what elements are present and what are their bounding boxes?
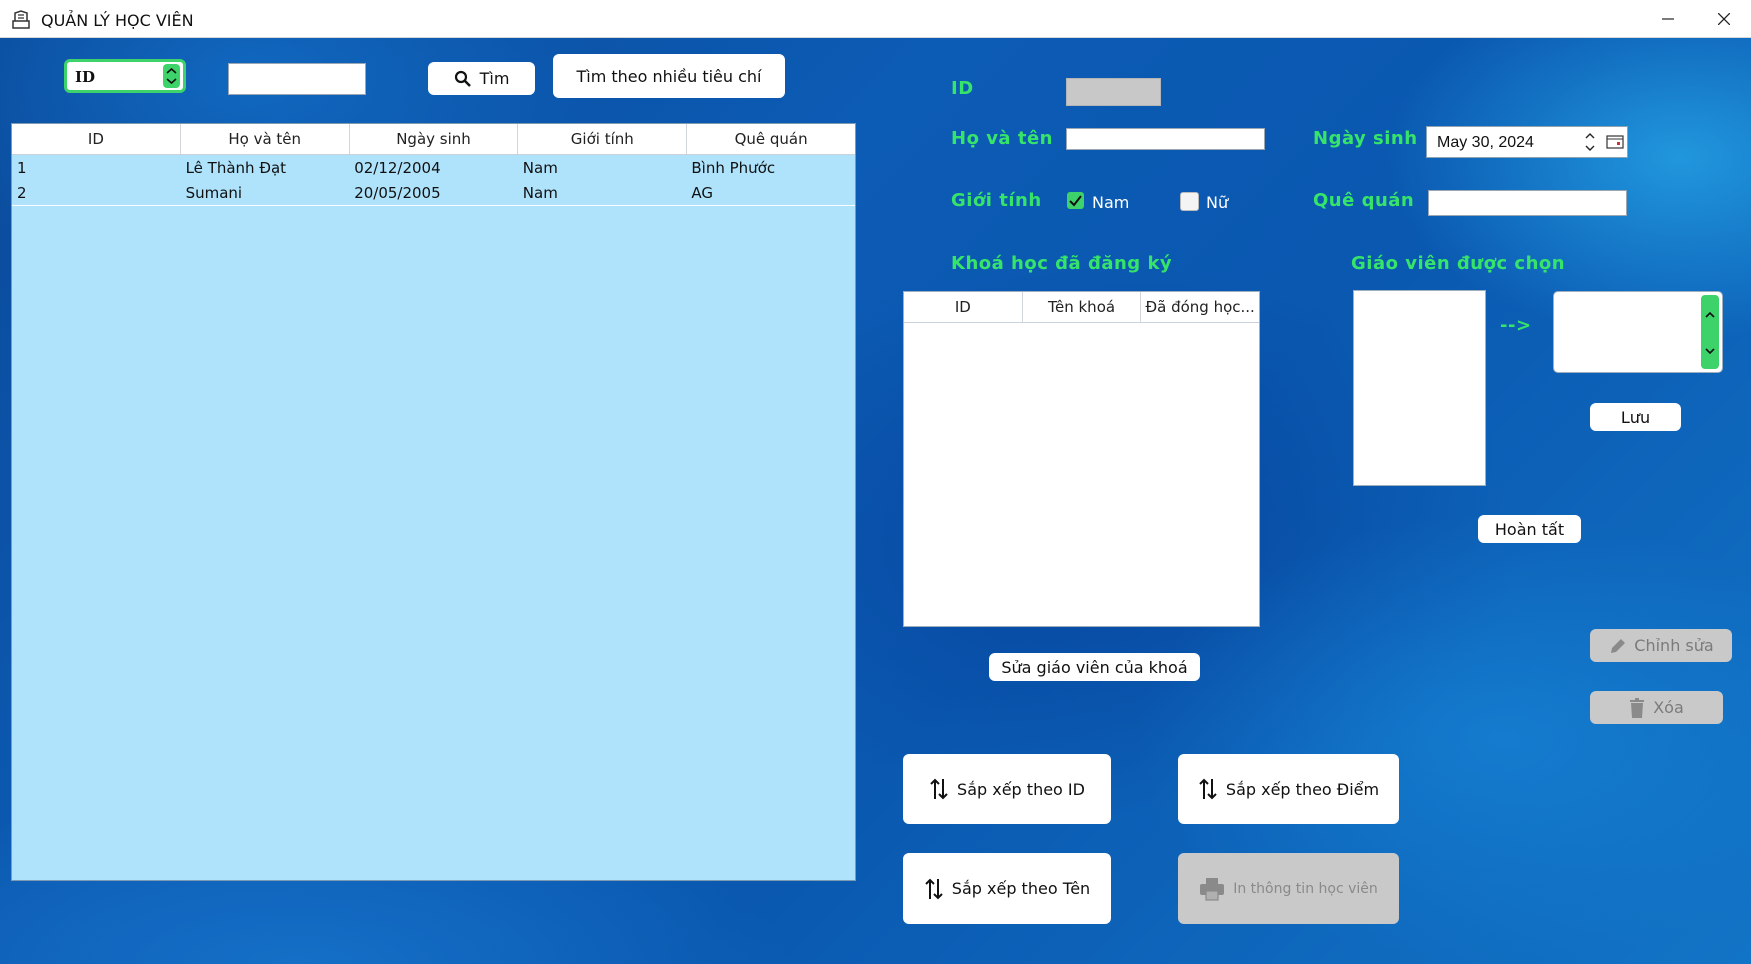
id-label: ID (951, 78, 974, 99)
id-field (1066, 78, 1161, 106)
list-scroll-icon[interactable] (1701, 295, 1719, 369)
minimize-icon (1662, 18, 1674, 20)
course-column-paid[interactable]: Đã đóng học... (1141, 292, 1259, 322)
multi-criteria-search-label: Tìm theo nhiều tiêu chí (576, 66, 762, 86)
checkmark-icon (1069, 195, 1082, 207)
courses-table-header: ID Tên khoá Đã đóng học... (904, 292, 1259, 323)
column-header-name[interactable]: Họ và tên (181, 124, 350, 154)
cell-id: 2 (17, 183, 27, 202)
search-icon (454, 70, 471, 87)
gender-female-label: Nữ (1206, 193, 1229, 212)
search-button[interactable]: Tìm (428, 62, 535, 95)
gender-male-checkbox[interactable] (1067, 192, 1084, 209)
cell-gender: Nam (522, 183, 558, 202)
name-label: Họ và tên (951, 128, 1053, 149)
gender-label: Giới tính (951, 190, 1042, 211)
edit-course-teacher-label: Sửa giáo viên của khoá (1001, 657, 1188, 677)
arrow-label: --> (1500, 315, 1532, 336)
courses-table[interactable]: ID Tên khoá Đã đóng học... (903, 291, 1260, 627)
sort-by-id-label: Sắp xếp theo ID (957, 779, 1085, 799)
done-button[interactable]: Hoàn tất (1478, 515, 1581, 543)
pencil-icon (1611, 638, 1626, 653)
hometown-label: Quê quán (1313, 190, 1415, 211)
sort-by-score-label: Sắp xếp theo Điểm (1225, 779, 1380, 799)
done-button-label: Hoàn tất (1494, 519, 1565, 539)
multi-criteria-search-button[interactable]: Tìm theo nhiều tiêu chí (553, 54, 785, 98)
column-header-gender[interactable]: Giới tính (518, 124, 688, 154)
cell-id: 1 (17, 158, 27, 177)
minimize-button[interactable] (1640, 0, 1696, 38)
cell-gender: Nam (522, 158, 558, 177)
courses-label: Khoá học đã đăng ký (951, 253, 1173, 274)
teacher-label: Giáo viên được chọn (1351, 253, 1566, 274)
edit-button[interactable]: Chỉnh sửa (1590, 629, 1732, 662)
spinner-arrows-icon[interactable] (163, 64, 180, 88)
title-bar: QUẢN LÝ HỌC VIÊN (0, 0, 1751, 38)
app-icon (12, 10, 30, 29)
cell-dob: 20/05/2005 (354, 183, 441, 202)
date-spinner-icon[interactable] (1583, 129, 1597, 155)
course-column-id[interactable]: ID (904, 292, 1023, 322)
name-input[interactable] (1066, 128, 1265, 150)
sort-by-name-label: Sắp xếp theo Tên (951, 879, 1091, 898)
sort-by-name-button[interactable]: Sắp xếp theo Tên (903, 853, 1111, 924)
course-column-name[interactable]: Tên khoá (1023, 292, 1142, 322)
edit-course-teacher-button[interactable]: Sửa giáo viên của khoá (989, 653, 1200, 681)
calendar-icon[interactable] (1606, 135, 1624, 149)
sort-icon (1199, 778, 1217, 800)
selected-teacher-list[interactable] (1553, 291, 1723, 373)
cell-hometown: AG (691, 183, 713, 202)
cell-name: Sumani (185, 183, 243, 202)
sort-by-score-button[interactable]: Sắp xếp theo Điểm (1178, 754, 1399, 824)
search-field-combo[interactable]: ID (64, 59, 186, 93)
edit-button-label: Chỉnh sửa (1634, 636, 1714, 655)
teacher-list[interactable] (1353, 290, 1486, 486)
window-title: QUẢN LÝ HỌC VIÊN (41, 11, 194, 30)
save-button-label: Lưu (1620, 407, 1651, 427)
printer-icon (1200, 877, 1225, 901)
students-table-header: ID Họ và tên Ngày sinh Giới tính Quê quá… (12, 124, 855, 155)
sort-icon (925, 878, 943, 899)
table-row[interactable]: 2 Sumani 20/05/2005 Nam AG (12, 180, 855, 206)
column-header-hometown[interactable]: Quê quán (687, 124, 855, 154)
dob-value: May 30, 2024 (1437, 134, 1534, 151)
search-input[interactable] (228, 63, 366, 95)
hometown-input[interactable] (1428, 190, 1627, 216)
dob-label: Ngày sinh (1313, 128, 1418, 149)
cell-hometown: Bình Phước (691, 158, 776, 177)
delete-button-label: Xóa (1653, 698, 1684, 717)
save-button[interactable]: Lưu (1590, 403, 1681, 431)
column-header-id[interactable]: ID (12, 124, 181, 154)
students-table[interactable]: ID Họ và tên Ngày sinh Giới tính Quê quá… (11, 123, 856, 881)
sort-by-id-button[interactable]: Sắp xếp theo ID (903, 754, 1111, 824)
close-window-button[interactable] (1696, 0, 1751, 38)
print-info-button[interactable]: In thông tin học viên (1178, 853, 1399, 924)
trash-icon (1630, 697, 1645, 718)
sort-icon (930, 778, 948, 800)
cell-name: Lê Thành Đạt (185, 158, 287, 177)
dob-date-picker[interactable]: May 30, 2024 (1426, 126, 1628, 158)
table-row[interactable]: 1 Lê Thành Đạt 02/12/2004 Nam Bình Phước (12, 155, 855, 181)
search-field-value: ID (75, 68, 96, 86)
close-icon (1718, 13, 1730, 25)
gender-female-checkbox[interactable] (1180, 192, 1199, 211)
search-button-label: Tìm (479, 69, 510, 88)
main-panel: ID Tìm Tìm theo nhiều tiêu chí ID Họ và … (0, 38, 1751, 964)
gender-male-label: Nam (1092, 193, 1130, 212)
delete-button[interactable]: Xóa (1590, 691, 1723, 724)
print-info-label: In thông tin học viên (1233, 880, 1378, 897)
column-header-dob[interactable]: Ngày sinh (350, 124, 519, 154)
cell-dob: 02/12/2004 (354, 158, 441, 177)
